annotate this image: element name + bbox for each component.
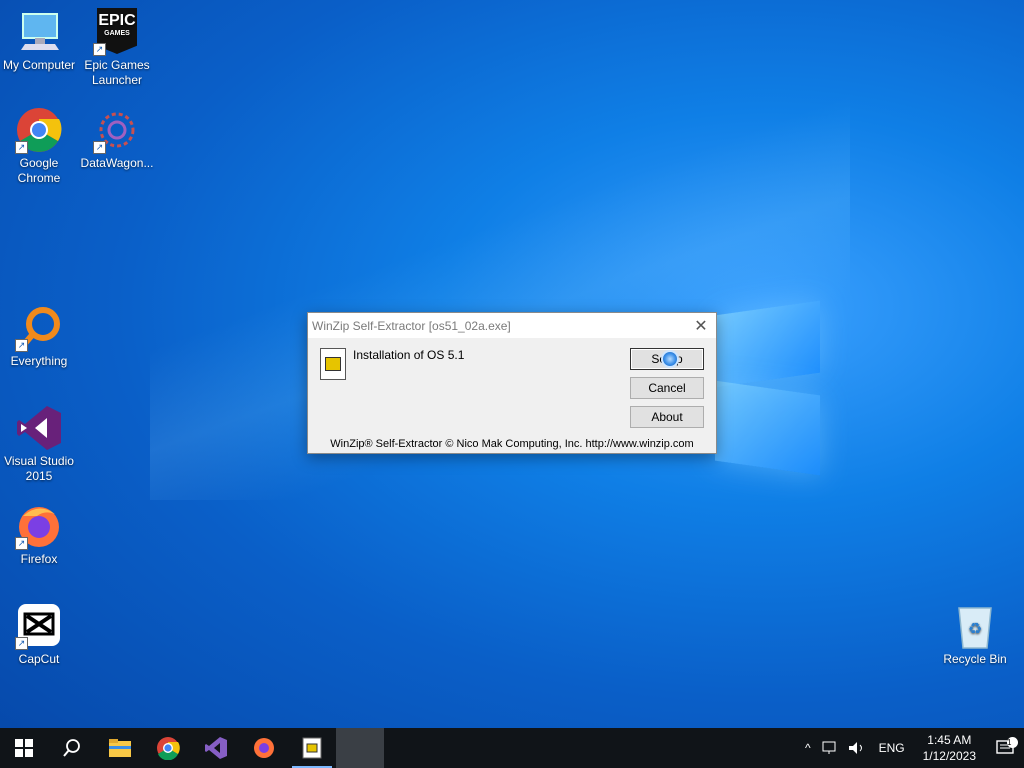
recycle-bin-icon: ♻ xyxy=(951,602,999,650)
archive-file-icon xyxy=(320,348,346,380)
folder-icon xyxy=(109,739,131,757)
close-icon[interactable]: ✕ xyxy=(686,313,716,338)
shortcut-arrow-icon: ↗ xyxy=(93,43,106,56)
system-tray: ^ ENG 1:45 AM 1/12/2023 1 xyxy=(799,728,1024,768)
visual-studio-icon xyxy=(205,737,227,759)
about-button[interactable]: About xyxy=(630,406,704,428)
icon-label: Epic Games Launcher xyxy=(84,58,150,87)
capcut-icon: ↗ xyxy=(15,602,63,650)
icon-label: DataWagon... xyxy=(80,156,154,170)
magnifier-icon: ↗ xyxy=(15,304,63,352)
icon-label: Google Chrome xyxy=(17,156,61,185)
desktop-icon-capcut[interactable]: ↗ CapCut xyxy=(0,602,78,667)
desktop-icon-visual-studio[interactable]: Visual Studio 2015 xyxy=(0,404,78,484)
clock-time: 1:45 AM xyxy=(927,733,972,747)
chrome-icon: ↗ xyxy=(15,106,63,154)
mouse-cursor-icon xyxy=(661,350,679,368)
start-button[interactable] xyxy=(0,728,48,768)
search-icon xyxy=(63,739,80,757)
shortcut-arrow-icon: ↗ xyxy=(93,141,106,154)
dialog-titlebar[interactable]: WinZip Self-Extractor [os51_02a.exe] ✕ xyxy=(308,313,716,338)
chrome-icon xyxy=(157,737,180,760)
icon-label: Recycle Bin xyxy=(943,652,1007,666)
taskbar-file-explorer[interactable] xyxy=(96,728,144,768)
icon-label: CapCut xyxy=(18,652,60,666)
desktop-icon-my-computer[interactable]: My Computer xyxy=(0,8,78,73)
icon-label: Visual Studio 2015 xyxy=(4,454,74,483)
icon-label: Everything xyxy=(10,354,68,368)
cancel-button[interactable]: Cancel xyxy=(630,377,704,399)
datawagon-icon: ↗ xyxy=(93,106,141,154)
desktop-icon-everything[interactable]: ↗ Everything xyxy=(0,304,78,369)
windows-logo-wallpaper xyxy=(715,288,825,483)
shortcut-arrow-icon: ↗ xyxy=(15,537,28,550)
desktop-icon-recycle-bin[interactable]: ♻ Recycle Bin xyxy=(936,602,1014,667)
language-indicator[interactable]: ENG xyxy=(871,741,913,755)
taskbar-blank-window[interactable] xyxy=(336,728,384,768)
desktop-icon-firefox[interactable]: ↗ Firefox xyxy=(0,502,78,567)
desktop-icon-epic-games[interactable]: EPIC GAMES ↗ Epic Games Launcher xyxy=(78,8,156,88)
clock-date: 1/12/2023 xyxy=(922,749,976,763)
computer-icon xyxy=(15,8,63,56)
network-icon[interactable] xyxy=(817,741,843,755)
shortcut-arrow-icon: ↗ xyxy=(15,637,28,650)
taskbar-winzip[interactable] xyxy=(288,728,336,768)
dialog-body: Installation of OS 5.1 Setup Cancel Abou… xyxy=(308,338,716,452)
shortcut-arrow-icon: ↗ xyxy=(15,339,28,352)
speaker-icon[interactable] xyxy=(843,741,871,755)
taskbar: ^ ENG 1:45 AM 1/12/2023 1 xyxy=(0,728,1024,768)
firefox-icon xyxy=(254,738,274,758)
taskbar-visual-studio[interactable] xyxy=(192,728,240,768)
taskbar-firefox[interactable] xyxy=(240,728,288,768)
icon-label: Firefox xyxy=(20,552,58,566)
desktop-icon-google-chrome[interactable]: ↗ Google Chrome xyxy=(0,106,78,186)
shortcut-arrow-icon: ↗ xyxy=(15,141,28,154)
chevron-up-icon[interactable]: ^ xyxy=(799,741,817,755)
svg-text:♻: ♻ xyxy=(968,621,982,638)
firefox-icon: ↗ xyxy=(15,502,63,550)
taskbar-chrome[interactable] xyxy=(144,728,192,768)
winzip-dialog: WinZip Self-Extractor [os51_02a.exe] ✕ I… xyxy=(307,312,717,454)
clock[interactable]: 1:45 AM 1/12/2023 xyxy=(913,732,986,764)
notification-badge: 1 xyxy=(1007,737,1018,748)
visual-studio-icon xyxy=(15,404,63,452)
notification-icon[interactable]: 1 xyxy=(986,737,1024,756)
dialog-footer: WinZip® Self-Extractor © Nico Mak Comput… xyxy=(330,438,694,450)
epic-games-icon: EPIC GAMES ↗ xyxy=(93,8,141,56)
icon-label: My Computer xyxy=(2,58,76,72)
search-button[interactable] xyxy=(48,728,96,768)
dialog-title: WinZip Self-Extractor [os51_02a.exe] xyxy=(312,318,511,333)
desktop-icon-datawagon[interactable]: ↗ DataWagon... xyxy=(78,106,156,171)
archive-file-icon xyxy=(302,737,322,759)
windows-start-icon xyxy=(15,739,33,757)
dialog-message: Installation of OS 5.1 xyxy=(353,348,465,362)
